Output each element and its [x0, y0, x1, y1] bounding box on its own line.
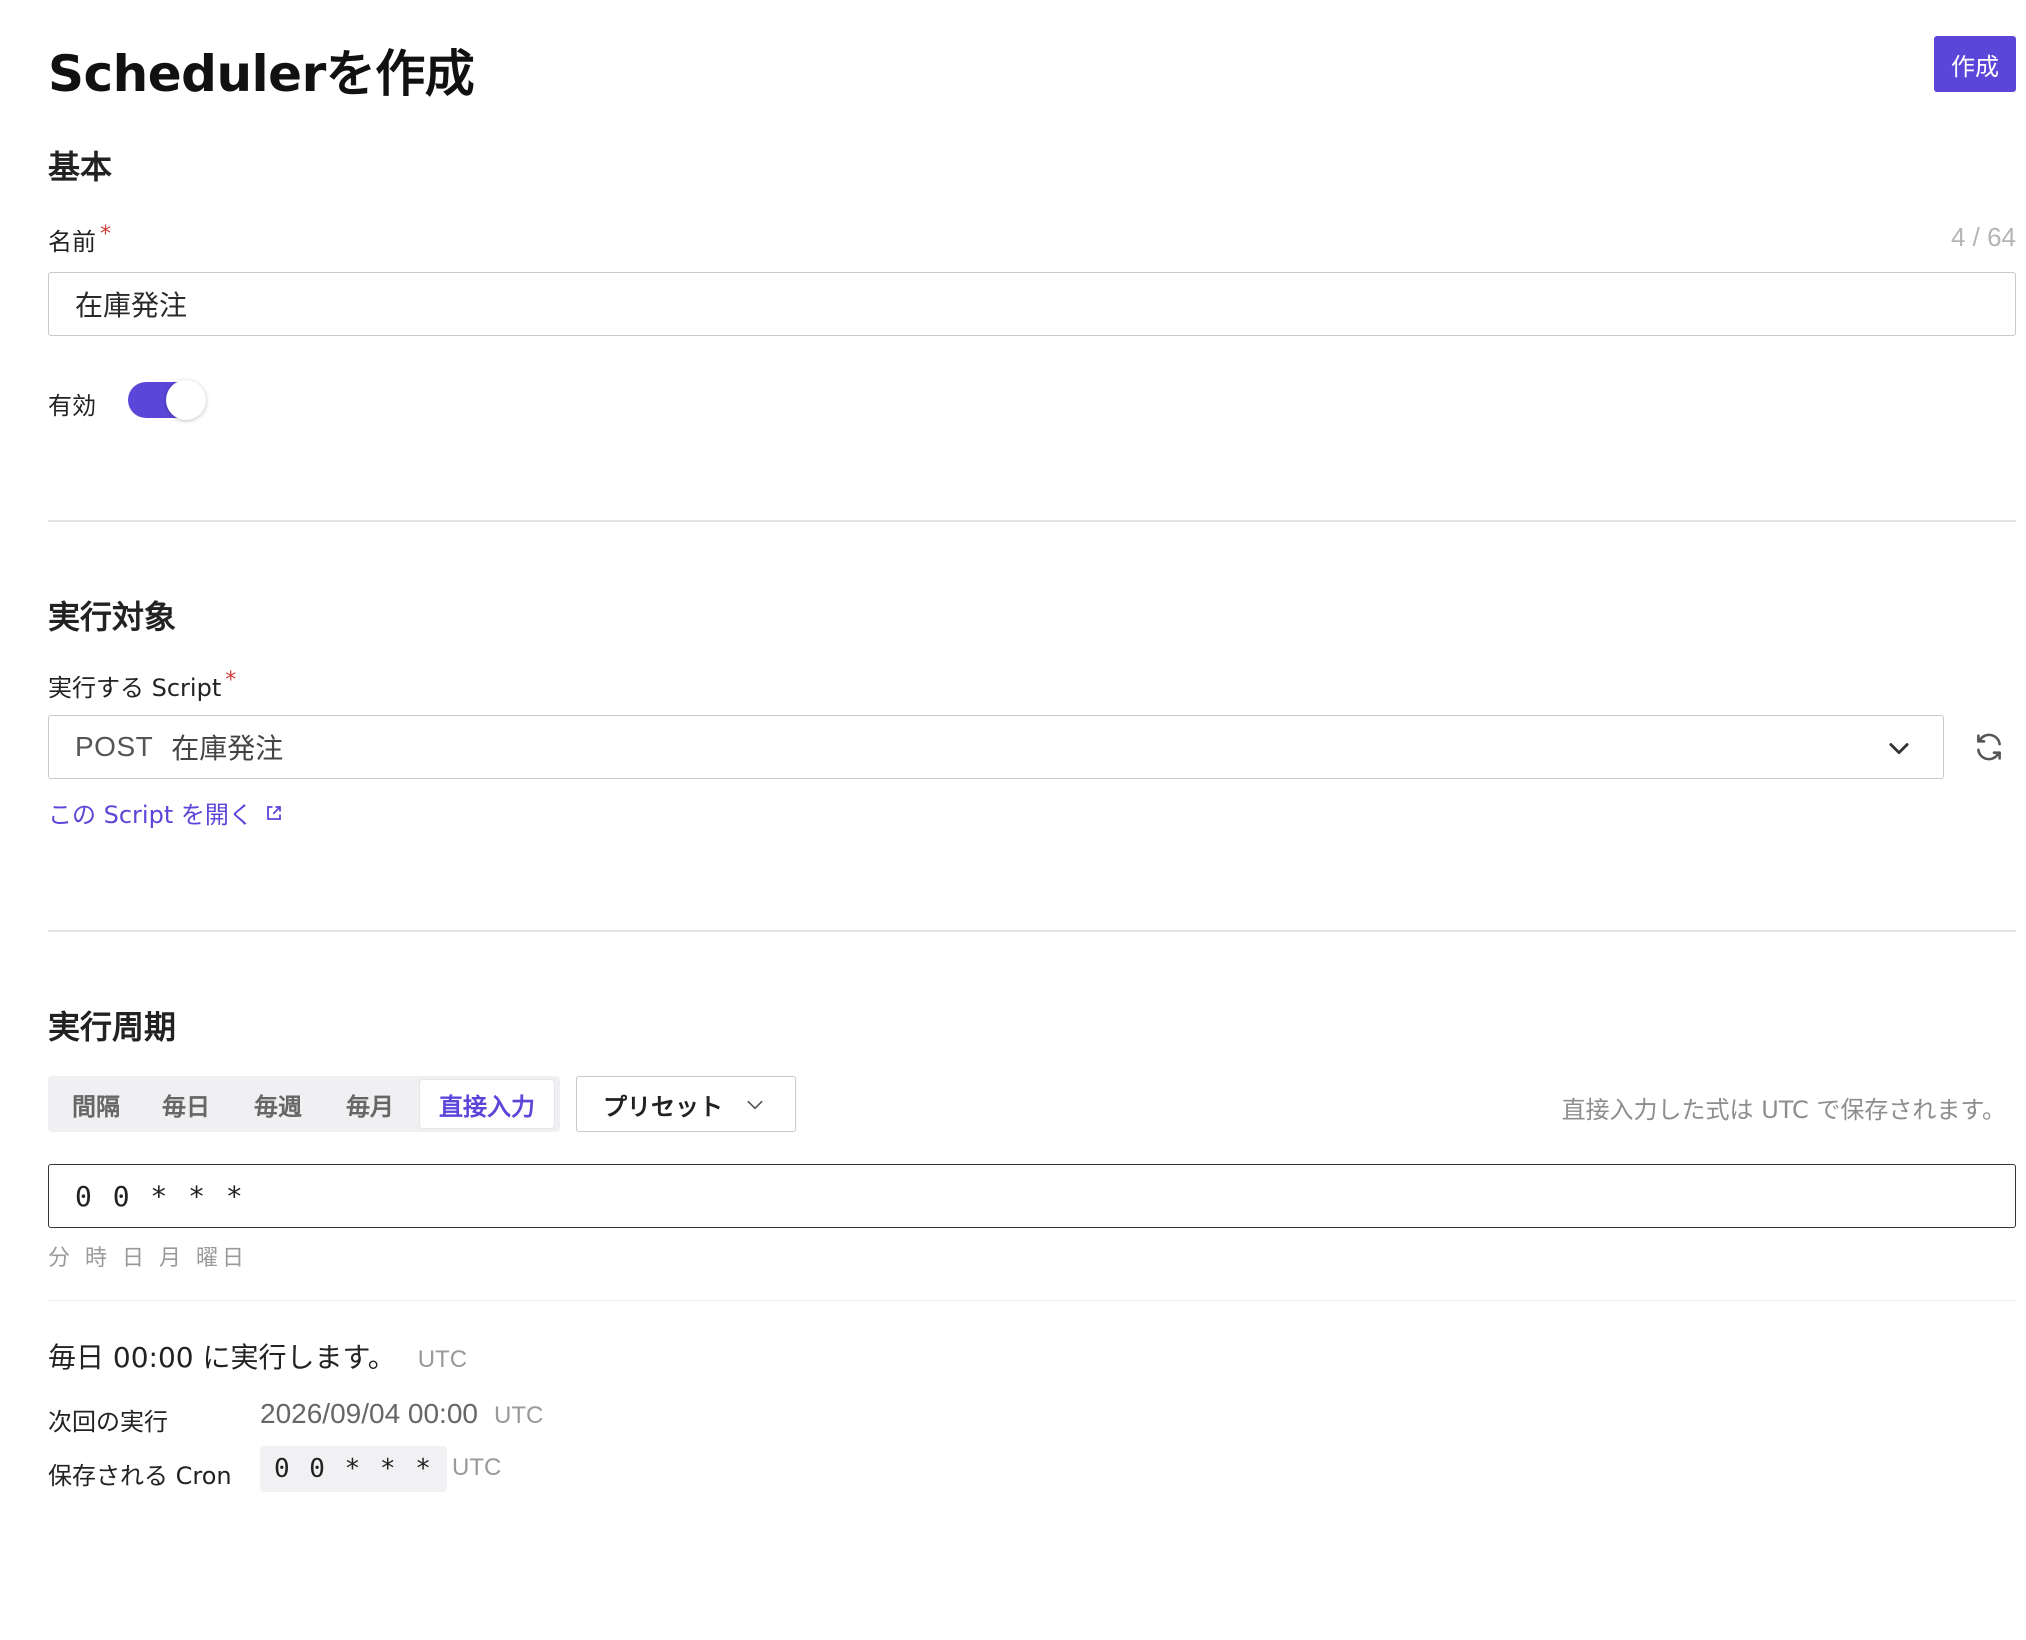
page-title: Schedulerを作成	[48, 45, 475, 103]
required-mark: *	[100, 222, 111, 247]
section-title-basic: 基本	[48, 148, 113, 186]
open-script-link-text: この Script を開く	[48, 801, 253, 829]
section-title-target: 実行対象	[48, 598, 177, 636]
name-label: 名前 *	[48, 222, 111, 257]
script-label-text: 実行する Script	[48, 674, 222, 702]
scheduler-create-page: Schedulerを作成 作成 基本 名前 * 4 / 64 在庫発注 有効 実行…	[0, 0, 2026, 1640]
divider	[48, 930, 2016, 932]
tab-interval[interactable]: 間隔	[48, 1076, 144, 1132]
utc-hint: 直接入力した式は UTC で保存されます。	[1561, 1096, 2006, 1124]
schedule-summary: 毎日 00:00 に実行します。 UTC	[48, 1336, 467, 1376]
divider	[48, 520, 2016, 522]
script-label: 実行する Script *	[48, 668, 236, 703]
saved-cron-value: 0 0 * * *	[260, 1446, 447, 1492]
cron-expression-input[interactable]: 0 0 * * *	[48, 1164, 2016, 1228]
chevron-down-icon	[747, 1100, 763, 1110]
schedule-mode-tabs: 間隔 毎日 毎週 毎月 直接入力	[48, 1076, 560, 1132]
tab-direct-input[interactable]: 直接入力	[420, 1080, 554, 1128]
next-run: 2026/09/04 00:00 UTC	[260, 1398, 543, 1430]
script-method: POST	[75, 731, 154, 762]
timezone-label: UTC	[493, 1402, 544, 1429]
tab-weekly[interactable]: 毎週	[232, 1076, 324, 1132]
toggle-knob	[166, 380, 206, 420]
external-link-icon	[266, 805, 281, 820]
name-input[interactable]: 在庫発注	[48, 272, 2016, 336]
create-button[interactable]: 作成	[1934, 36, 2016, 92]
schedule-summary-text: 毎日 00:00 に実行します。	[48, 1341, 396, 1374]
next-run-value: 2026/09/04 00:00	[260, 1398, 478, 1429]
script-select[interactable]: POST 在庫発注	[48, 715, 1944, 779]
name-label-text: 名前	[48, 228, 96, 256]
cron-field-legend: 分 時 日 月 曜日	[48, 1246, 248, 1271]
saved-cron-label: 保存される Cron	[48, 1462, 232, 1490]
tab-daily[interactable]: 毎日	[140, 1076, 232, 1132]
required-mark: *	[225, 668, 237, 693]
divider	[48, 1300, 2016, 1301]
next-run-label: 次回の実行	[48, 1408, 168, 1436]
refresh-icon[interactable]	[1972, 730, 2006, 764]
script-name: 在庫発注	[171, 732, 284, 765]
timezone-label: UTC	[452, 1454, 502, 1481]
open-script-link[interactable]: この Script を開く	[48, 795, 283, 830]
chevron-down-icon	[1889, 743, 1909, 755]
timezone-label: UTC	[417, 1346, 468, 1373]
enabled-toggle[interactable]	[128, 380, 206, 420]
section-title-schedule: 実行周期	[48, 1008, 177, 1046]
preset-dropdown[interactable]: プリセット	[576, 1076, 796, 1132]
enabled-label: 有効	[48, 392, 96, 420]
tab-monthly[interactable]: 毎月	[324, 1076, 416, 1132]
name-char-counter: 4 / 64	[1950, 222, 2016, 252]
preset-label: プリセット	[603, 1092, 723, 1121]
